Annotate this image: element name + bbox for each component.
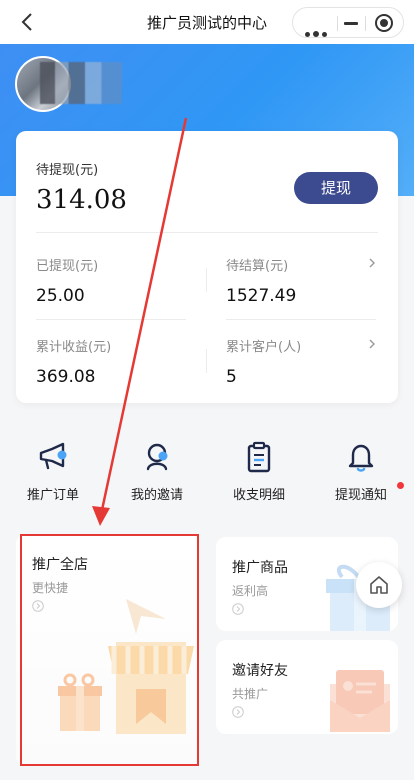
arrow-right-circle-icon xyxy=(232,603,244,615)
username-redacted xyxy=(40,62,122,104)
entry-withdraw-notice[interactable]: 提现通知 xyxy=(316,440,406,503)
pending-label: 待提现(元) xyxy=(36,163,99,178)
title-bar: 推广员测试的中心 xyxy=(0,0,414,44)
bell-icon xyxy=(348,444,374,472)
arrow-right-circle-icon xyxy=(232,706,244,718)
home-button[interactable] xyxy=(356,562,402,608)
wallet-card: 待提现(元) 314.08 提现 已提现(元) 25.00 待结算(元) 152… xyxy=(16,131,398,403)
stat-value: 1527.49 xyxy=(226,286,297,306)
entry-transactions[interactable]: 收支明细 xyxy=(214,440,304,503)
close-target-icon[interactable] xyxy=(375,14,393,32)
stat-total-earnings: 累计收益(元) 369.08 xyxy=(36,336,111,387)
entry-label: 推广订单 xyxy=(26,488,79,503)
stat-label: 已提现(元) xyxy=(36,259,99,274)
mini-program-capsule xyxy=(292,7,404,38)
stat-label: 待结算(元) xyxy=(226,259,289,274)
chevron-right-icon[interactable] xyxy=(366,338,378,350)
pending-amount: 314.08 xyxy=(36,185,127,215)
capsule-divider xyxy=(337,16,338,31)
stat-value: 369.08 xyxy=(36,367,96,387)
stat-value: 25.00 xyxy=(36,286,85,306)
withdraw-button[interactable]: 提现 xyxy=(294,172,378,204)
entry-label: 提现通知 xyxy=(334,488,387,503)
stat-label: 累计客户(人) xyxy=(226,340,302,355)
home-icon xyxy=(370,576,388,594)
entry-my-invites[interactable]: 我的邀请 xyxy=(112,440,202,503)
tile-title: 推广商品 xyxy=(232,560,288,576)
quick-entry-row: 推广订单 我的邀请 收支明细 提现通知 xyxy=(0,440,414,520)
entry-label: 收支明细 xyxy=(232,488,285,503)
chevron-right-icon[interactable] xyxy=(366,257,378,269)
stat-total-customers[interactable]: 累计客户(人) 5 xyxy=(226,336,301,387)
envelope-illustration-icon xyxy=(330,670,390,732)
divider xyxy=(206,268,207,292)
stat-withdrawn: 已提现(元) 25.00 xyxy=(36,255,98,306)
user-icon xyxy=(146,443,168,471)
entry-label: 我的邀请 xyxy=(130,488,183,503)
tile-subtitle: 返利高 xyxy=(232,584,269,598)
stat-value: 5 xyxy=(226,367,237,387)
entry-promo-orders[interactable]: 推广订单 xyxy=(8,440,98,503)
clipboard-icon xyxy=(247,441,271,473)
capsule-divider xyxy=(365,16,366,31)
annotation-highlight-box xyxy=(20,534,199,766)
minimize-icon[interactable] xyxy=(344,22,358,25)
tile-title: 邀请好友 xyxy=(232,663,288,679)
divider xyxy=(36,319,186,320)
more-icon[interactable] xyxy=(305,22,330,41)
tile-subtitle: 共推广 xyxy=(232,687,269,701)
notification-dot xyxy=(397,482,404,489)
divider xyxy=(206,349,207,373)
divider xyxy=(36,232,378,233)
megaphone-icon xyxy=(39,442,67,470)
stat-unsettled[interactable]: 待结算(元) 1527.49 xyxy=(226,255,296,306)
tile-invite-friends[interactable]: 邀请好友 共推广 xyxy=(216,640,398,734)
stat-label: 累计收益(元) xyxy=(36,340,112,355)
divider xyxy=(226,319,376,320)
